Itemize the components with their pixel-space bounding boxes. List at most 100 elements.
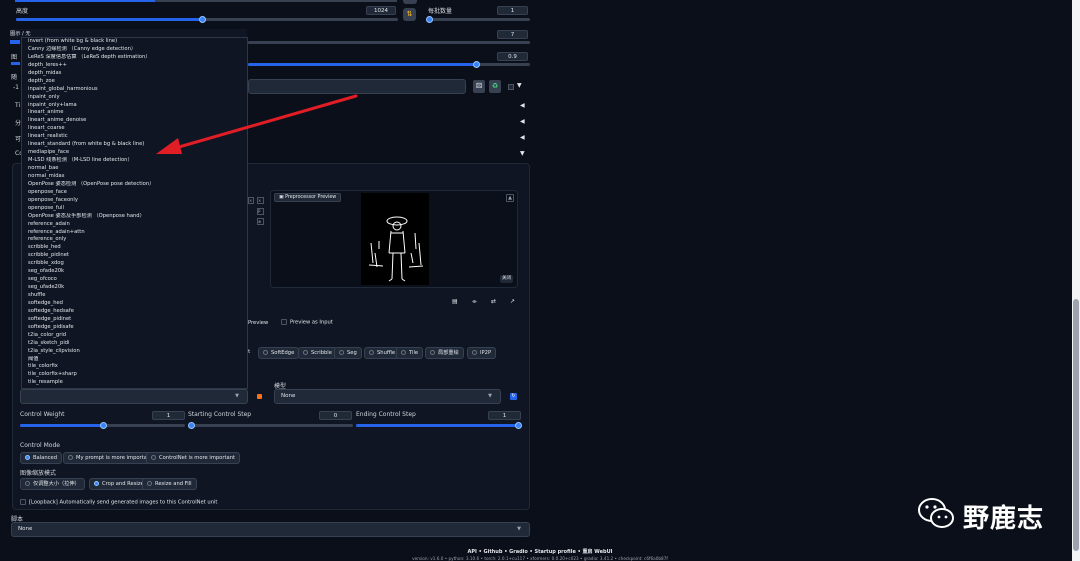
dropdown-item[interactable]: scribble_xdog [22, 260, 247, 268]
swap-icon[interactable]: ⇄ [491, 298, 496, 305]
dropdown-item[interactable]: softedge_pidisafe [22, 324, 247, 332]
preview-collapse-icon[interactable]: ▲ [506, 194, 514, 202]
resize-mode-crop-and-resize[interactable]: Crop and Resize [89, 478, 149, 490]
side-slider-stub[interactable] [11, 62, 20, 65]
accordion-controlnet-icon[interactable]: ▼ [520, 150, 525, 157]
send-dimensions-icon[interactable]: ↗ [510, 298, 515, 305]
control-type-softedge[interactable]: SoftEdge [258, 347, 300, 359]
chevron-down-icon: ▼ [235, 393, 239, 399]
starting-step-slider[interactable] [188, 422, 353, 429]
control-type-scribble[interactable]: Scribble [298, 347, 337, 359]
control-mode-controlnet[interactable]: ControlNet is more important [146, 452, 241, 464]
dropdown-item[interactable]: invert (from white bg & black line) [22, 38, 247, 46]
starting-step-label: Starting Control Step [188, 411, 252, 418]
dropdown-item[interactable]: 阈值 [22, 356, 247, 364]
dropdown-item[interactable]: LeReS 深度信息估算 （LeReS depth estimation） [22, 54, 247, 62]
extra-seed-toggle-icon[interactable]: ▼ [517, 82, 522, 89]
control-mode-balanced[interactable]: Balanced [20, 452, 62, 464]
denoise-input[interactable]: 0.9 [497, 52, 528, 61]
dropdown-item[interactable]: normal_midas [22, 173, 247, 181]
dropdown-item[interactable]: depth_leres++ [22, 62, 247, 70]
dropdown-item[interactable]: scribble_hed [22, 244, 247, 252]
image-tool-icon-3[interactable]: P [257, 208, 264, 215]
dropdown-item[interactable]: openpose_full [22, 205, 247, 213]
control-type-tile[interactable]: Tile [396, 347, 424, 359]
dropdown-item[interactable]: seg_ufade20k [22, 284, 247, 292]
batch-size-input[interactable]: 1 [497, 6, 528, 15]
dropdown-item[interactable]: tile_colorfix+sharp [22, 371, 247, 379]
dropdown-item[interactable]: OpenPose 姿态及手部检测 （Openpose hand） [22, 213, 247, 221]
preview-close-button[interactable]: 关闭 [500, 275, 513, 283]
refresh-models-icon[interactable]: ↻ [510, 393, 517, 400]
extra-seed-checkbox[interactable] [508, 84, 514, 90]
image-tool-icon-4[interactable]: ⊕ [257, 218, 264, 225]
ending-step-label: Ending Control Step [356, 411, 416, 418]
top-button-stub[interactable] [403, 0, 417, 4]
height-input[interactable]: 1024 [366, 6, 396, 15]
resize-mode-resize-and-fill[interactable]: Resize and Fill [142, 478, 197, 490]
dropdown-item[interactable]: seg_ofade20k [22, 268, 247, 276]
accordion-extra-icon[interactable]: ◀ [520, 134, 525, 141]
model-select[interactable]: None ▼ [274, 389, 501, 404]
random-seed-dice-icon[interactable]: ⚄ [473, 80, 485, 93]
dropdown-item[interactable]: scribble_pidinet [22, 252, 247, 260]
swap-dimensions-button[interactable]: ⇅ [403, 8, 416, 21]
side-label-0: 图 [11, 54, 18, 61]
image-tool-icon-2[interactable]: × [257, 197, 264, 204]
dropdown-item[interactable]: reference_only [22, 236, 247, 244]
accordion-tiled-diffusion-icon[interactable]: ◀ [520, 102, 525, 109]
denoise-slider[interactable] [248, 61, 530, 68]
footer-links[interactable]: API • Github • Gradio • Startup profile … [0, 548, 1080, 555]
dropdown-item[interactable]: softedge_pidinet [22, 316, 247, 324]
dropdown-item[interactable]: tile_colorfix [22, 363, 247, 371]
dropdown-item[interactable]: OpenPose 姿态检测 （OpenPose pose detection） [22, 181, 247, 189]
dropdown-item[interactable]: shuffle [22, 292, 247, 300]
page-scrollbar-thumb[interactable] [1073, 299, 1079, 551]
dropdown-item[interactable]: softedge_hed [22, 300, 247, 308]
batch-size-slider[interactable] [426, 16, 530, 23]
loopback-checkbox[interactable]: [Loopback] Automatically send generated … [20, 499, 217, 506]
dropdown-item[interactable]: normal_bae [22, 165, 247, 173]
image-tool-icon-1[interactable]: × [248, 197, 254, 204]
script-select[interactable]: None ▼ [11, 522, 530, 537]
control-type-seg[interactable]: Seg [334, 347, 362, 359]
preprocessor-select[interactable]: ▼ [20, 389, 248, 404]
dropdown-item[interactable]: tile_resample [22, 379, 247, 387]
height-slider[interactable] [16, 16, 398, 23]
starting-step-input[interactable]: 0 [319, 411, 352, 420]
dropdown-item[interactable]: softedge_hedsafe [22, 308, 247, 316]
cfg-slider[interactable] [248, 41, 530, 44]
dropdown-item[interactable]: t2ia_sketch_pidi [22, 340, 247, 348]
control-mode-prompt[interactable]: My prompt is more important [63, 452, 158, 464]
control-type-shuffle[interactable]: Shuffle [364, 347, 401, 359]
cfg-input[interactable]: 7 [497, 30, 528, 39]
dropdown-item[interactable]: depth_zoe [22, 78, 247, 86]
top-slider-track-partial[interactable] [15, 0, 397, 2]
control-weight-slider[interactable] [20, 422, 185, 429]
run-preprocessor-icon[interactable] [257, 394, 262, 399]
reuse-seed-recycle-icon[interactable]: ♻ [489, 80, 501, 93]
dropdown-item[interactable]: t2ia_style_clipvision [22, 348, 247, 356]
dropdown-item[interactable]: reference_adain+attn [22, 229, 247, 237]
ending-step-slider[interactable] [356, 422, 522, 429]
dropdown-item[interactable]: seg_ofcoco [22, 276, 247, 284]
dropdown-item[interactable]: reference_adain [22, 221, 247, 229]
preview-as-input-checkbox[interactable]: Preview as Input [281, 319, 333, 326]
control-weight-input[interactable]: 1 [152, 411, 185, 420]
dropdown-item[interactable]: openpose_faceonly [22, 197, 247, 205]
dropdown-item[interactable]: depth_midas [22, 70, 247, 78]
side-label-4: Ti [15, 102, 21, 109]
preview-as-input-box[interactable] [281, 319, 287, 325]
accordion-refiner-icon[interactable]: ◀ [520, 118, 525, 125]
dropdown-item[interactable]: t2ia_color_grid [22, 332, 247, 340]
control-type-inpaint[interactable]: 局部重绘 [425, 347, 464, 359]
resize-mode-just-resize[interactable]: 仅调整大小（拉伸） [20, 478, 85, 490]
camera-icon[interactable]: ⌯ [472, 298, 477, 306]
dropdown-item[interactable]: Canny 边缘检测 （Canny edge detection） [22, 46, 247, 54]
allow-preview-checkbox[interactable]: Preview [248, 320, 268, 326]
dropdown-item[interactable]: openpose_face [22, 189, 247, 197]
batch-size-label: 每批数量 [428, 8, 453, 15]
ending-step-input[interactable]: 1 [488, 411, 521, 420]
note-icon[interactable]: ▤ [452, 298, 458, 305]
control-type-ip2p[interactable]: IP2P [467, 347, 497, 359]
